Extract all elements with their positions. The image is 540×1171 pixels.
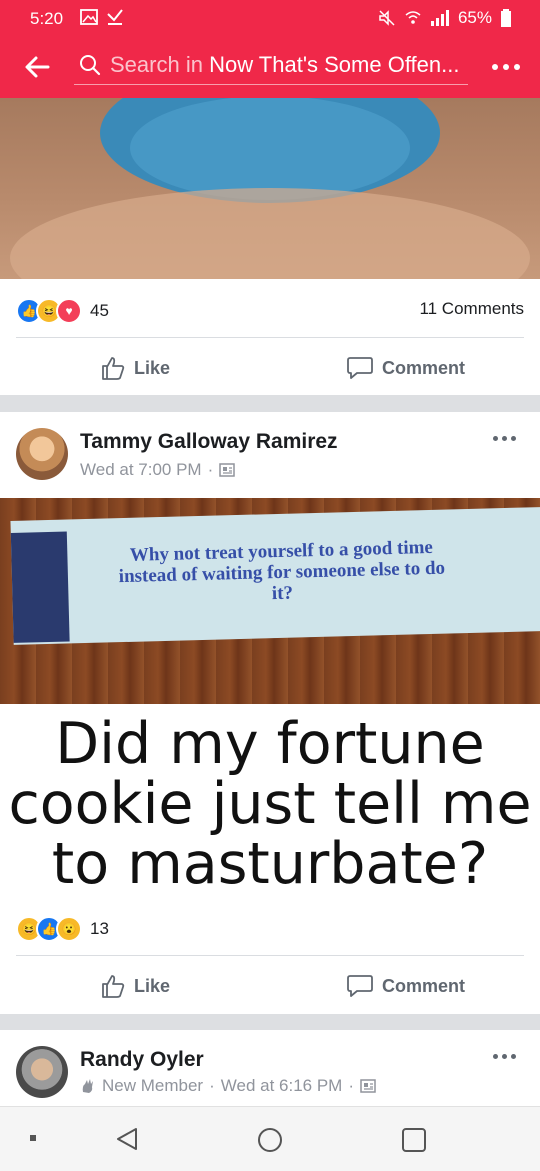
like-label: Like (134, 975, 171, 996)
home-nav-icon[interactable] (256, 1126, 284, 1154)
search-placeholder: Search in (110, 52, 203, 77)
privacy-icon (219, 463, 236, 477)
meta-separator: · (207, 460, 214, 479)
download-done-icon (107, 9, 123, 25)
comment-icon (347, 975, 373, 997)
comment-button[interactable]: Comment (346, 355, 465, 381)
post-header: Tammy Galloway Ramirez Wed at 7:00 PM · (0, 412, 540, 498)
divider (16, 337, 524, 338)
post-photo (10, 98, 530, 279)
privacy-icon (360, 1079, 376, 1093)
reaction-summary[interactable]: 😆 👍 😮 13 (16, 916, 109, 942)
signal-icon (430, 10, 449, 26)
wow-reaction-icon: 😮 (56, 916, 82, 942)
love-reaction-icon: ♥ (56, 298, 82, 324)
battery-percent: 65% (457, 8, 492, 27)
member-badge: New Member (102, 1076, 204, 1095)
search-group-name: Now That's Some Offen... (209, 52, 460, 77)
status-bar: 5:20 65% (0, 0, 540, 36)
back-nav-icon[interactable] (114, 1126, 140, 1152)
like-icon (102, 975, 125, 998)
like-button[interactable]: Like (100, 973, 170, 999)
avatar[interactable] (16, 1046, 68, 1098)
meta-separator: · (348, 1076, 355, 1095)
post-meta: New Member · Wed at 6:16 PM · (80, 1076, 376, 1096)
recents-dot-icon[interactable] (30, 1135, 36, 1141)
post-author[interactable]: Randy Oyler (80, 1048, 204, 1072)
comment-label: Comment (382, 975, 466, 996)
slip-stripe (10, 531, 70, 643)
meta-separator: · (209, 1076, 215, 1095)
reaction-summary[interactable]: 👍 😆 ♥ 45 (16, 298, 109, 324)
meme-caption: Did my fortune cookie just tell me to ma… (8, 711, 532, 897)
system-nav-bar (0, 1106, 540, 1171)
clock: 5:20 (30, 9, 64, 28)
group-search-input[interactable]: Search in Now That's Some Offen... (74, 48, 468, 85)
fortune-text: Why not treat yourself to a good time in… (118, 536, 446, 604)
app-bar: Search in Now That's Some Offen... (0, 36, 540, 98)
new-member-icon (82, 1079, 93, 1093)
comment-label: Comment (382, 357, 466, 378)
like-icon (102, 357, 125, 380)
post-meta: Wed at 7:00 PM · (80, 460, 236, 480)
post-author[interactable]: Tammy Galloway Ramirez (80, 430, 338, 454)
post-header: Randy Oyler New Member · Wed at 6:16 PM … (0, 1030, 540, 1106)
search-text: Search in Now That's Some Offen... (110, 52, 470, 78)
post-options-icon[interactable] (493, 436, 516, 441)
post-footer: 👍 😆 ♥ 45 11 Comments Like Comment (0, 279, 540, 395)
notification-icons (80, 8, 124, 26)
post-options-icon[interactable] (493, 1054, 516, 1059)
post-image[interactable] (0, 98, 540, 279)
comment-icon (347, 357, 373, 379)
back-arrow-icon[interactable] (22, 52, 52, 82)
reaction-count: 45 (90, 301, 109, 320)
fortune-slip: Why not treat yourself to a good time in… (10, 507, 540, 645)
mute-icon (379, 10, 395, 26)
like-button[interactable]: Like (100, 355, 170, 381)
post-image[interactable]: Why not treat yourself to a good time in… (0, 498, 540, 704)
comments-count[interactable]: 11 Comments (419, 299, 524, 319)
reaction-count: 13 (90, 919, 109, 938)
search-icon (80, 55, 101, 76)
post-time[interactable]: Wed at 6:16 PM (221, 1076, 343, 1096)
more-options-icon[interactable] (492, 64, 520, 70)
post-footer: 😆 👍 😮 13 Like Comment (0, 900, 540, 1014)
system-icons: 65% (378, 8, 512, 28)
like-label: Like (134, 357, 171, 378)
divider (16, 955, 524, 956)
post-time[interactable]: Wed at 7:00 PM (80, 460, 202, 480)
image-notification-icon (80, 9, 98, 25)
wifi-icon (405, 11, 421, 24)
post-image-caption[interactable]: Did my fortune cookie just tell me to ma… (0, 704, 540, 900)
avatar[interactable] (16, 428, 68, 480)
battery-icon (501, 9, 511, 27)
comment-button[interactable]: Comment (346, 973, 465, 999)
recent-apps-icon[interactable] (401, 1127, 427, 1153)
